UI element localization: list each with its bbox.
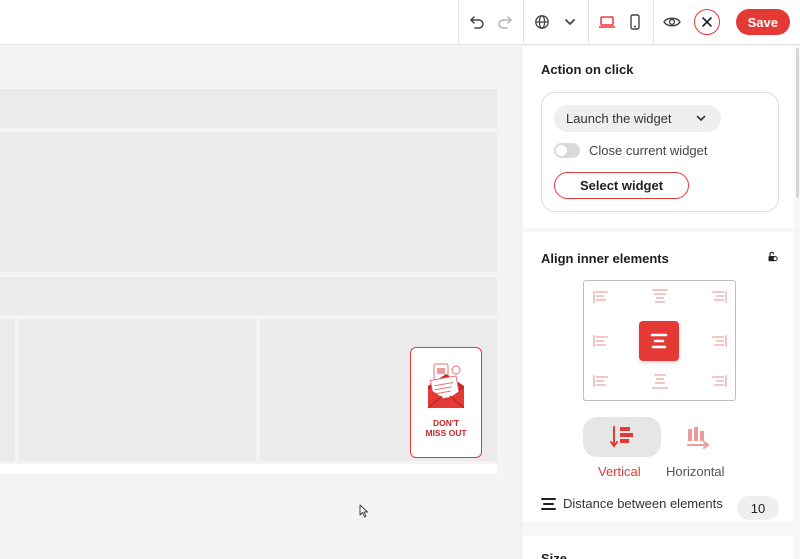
close-current-widget-row: Close current widget xyxy=(554,143,708,158)
envelope-icon xyxy=(427,363,465,409)
align-top-center[interactable] xyxy=(650,289,670,305)
close-current-widget-label: Close current widget xyxy=(589,143,708,158)
action-section-title: Action on click xyxy=(541,62,634,77)
spacing-icon xyxy=(541,497,556,510)
action-select[interactable]: Launch the widget xyxy=(554,105,721,132)
mouse-cursor-icon xyxy=(359,504,368,518)
properties-panel: Action on click Launch the widget Close … xyxy=(521,46,800,559)
direction-vertical-option[interactable] xyxy=(583,417,661,457)
promo-widget-text: DON'T MISS OUT xyxy=(425,418,466,438)
direction-vertical-label: Vertical xyxy=(598,464,641,479)
direction-horizontal-label: Horizontal xyxy=(666,464,725,479)
redo-icon[interactable] xyxy=(495,12,515,32)
phone-icon[interactable] xyxy=(625,12,645,32)
align-middle-right[interactable] xyxy=(708,333,728,349)
chevron-down-icon xyxy=(696,115,706,121)
canvas-placeholder-block xyxy=(0,132,497,272)
canvas-placeholder-block xyxy=(0,89,497,128)
align-bottom-center[interactable] xyxy=(650,373,670,389)
canvas-placeholder-block xyxy=(0,319,15,461)
lock-icon[interactable] xyxy=(767,251,778,262)
action-select-value: Launch the widget xyxy=(566,111,672,126)
alignment-grid xyxy=(583,280,736,401)
canvas-footer-block xyxy=(0,464,497,474)
globe-icon[interactable] xyxy=(532,12,552,32)
action-box: Launch the widget Close current widget S… xyxy=(541,92,779,212)
history-group xyxy=(457,0,523,45)
toggle-knob xyxy=(556,145,567,156)
editor-canvas: DON'T MISS OUT xyxy=(0,46,521,559)
distance-input[interactable] xyxy=(737,496,779,520)
vertical-stack-icon xyxy=(610,426,633,448)
direction-horizontal-option[interactable] xyxy=(659,417,737,457)
distance-row: Distance between elements xyxy=(541,496,723,511)
device-group xyxy=(587,0,653,45)
align-top-right[interactable] xyxy=(708,289,728,305)
canvas-placeholder-block xyxy=(19,319,256,461)
size-section-title: Size xyxy=(541,551,568,559)
language-group xyxy=(522,0,588,45)
preview-group: Save xyxy=(652,0,790,45)
promo-widget-card[interactable]: DON'T MISS OUT xyxy=(410,347,482,458)
align-bottom-right[interactable] xyxy=(708,373,728,389)
close-icon xyxy=(701,17,712,27)
top-toolbar: Save xyxy=(0,0,800,45)
promo-text-line2: MISS OUT xyxy=(425,428,467,438)
select-widget-button[interactable]: Select widget xyxy=(554,172,689,199)
align-center-icon xyxy=(650,333,668,349)
align-section-title: Align inner elements xyxy=(541,251,669,266)
align-middle-center[interactable] xyxy=(639,321,679,361)
save-button[interactable]: Save xyxy=(735,9,790,35)
horizontal-stack-icon xyxy=(687,427,710,449)
eye-icon[interactable] xyxy=(662,12,682,32)
distance-label: Distance between elements xyxy=(563,496,723,511)
close-current-widget-toggle[interactable] xyxy=(554,143,580,158)
align-middle-left[interactable] xyxy=(592,333,612,349)
chevron-down-icon[interactable] xyxy=(560,12,580,32)
panel-scrollbar[interactable] xyxy=(796,48,799,198)
align-top-left[interactable] xyxy=(592,289,612,305)
undo-icon[interactable] xyxy=(467,12,487,32)
laptop-icon[interactable] xyxy=(597,12,617,32)
canvas-placeholder-block xyxy=(0,277,497,315)
promo-text-line1: DON'T xyxy=(432,418,460,428)
close-button[interactable] xyxy=(693,9,720,35)
align-bottom-left[interactable] xyxy=(592,373,612,389)
action-section: Action on click Launch the widget Close … xyxy=(522,46,794,228)
